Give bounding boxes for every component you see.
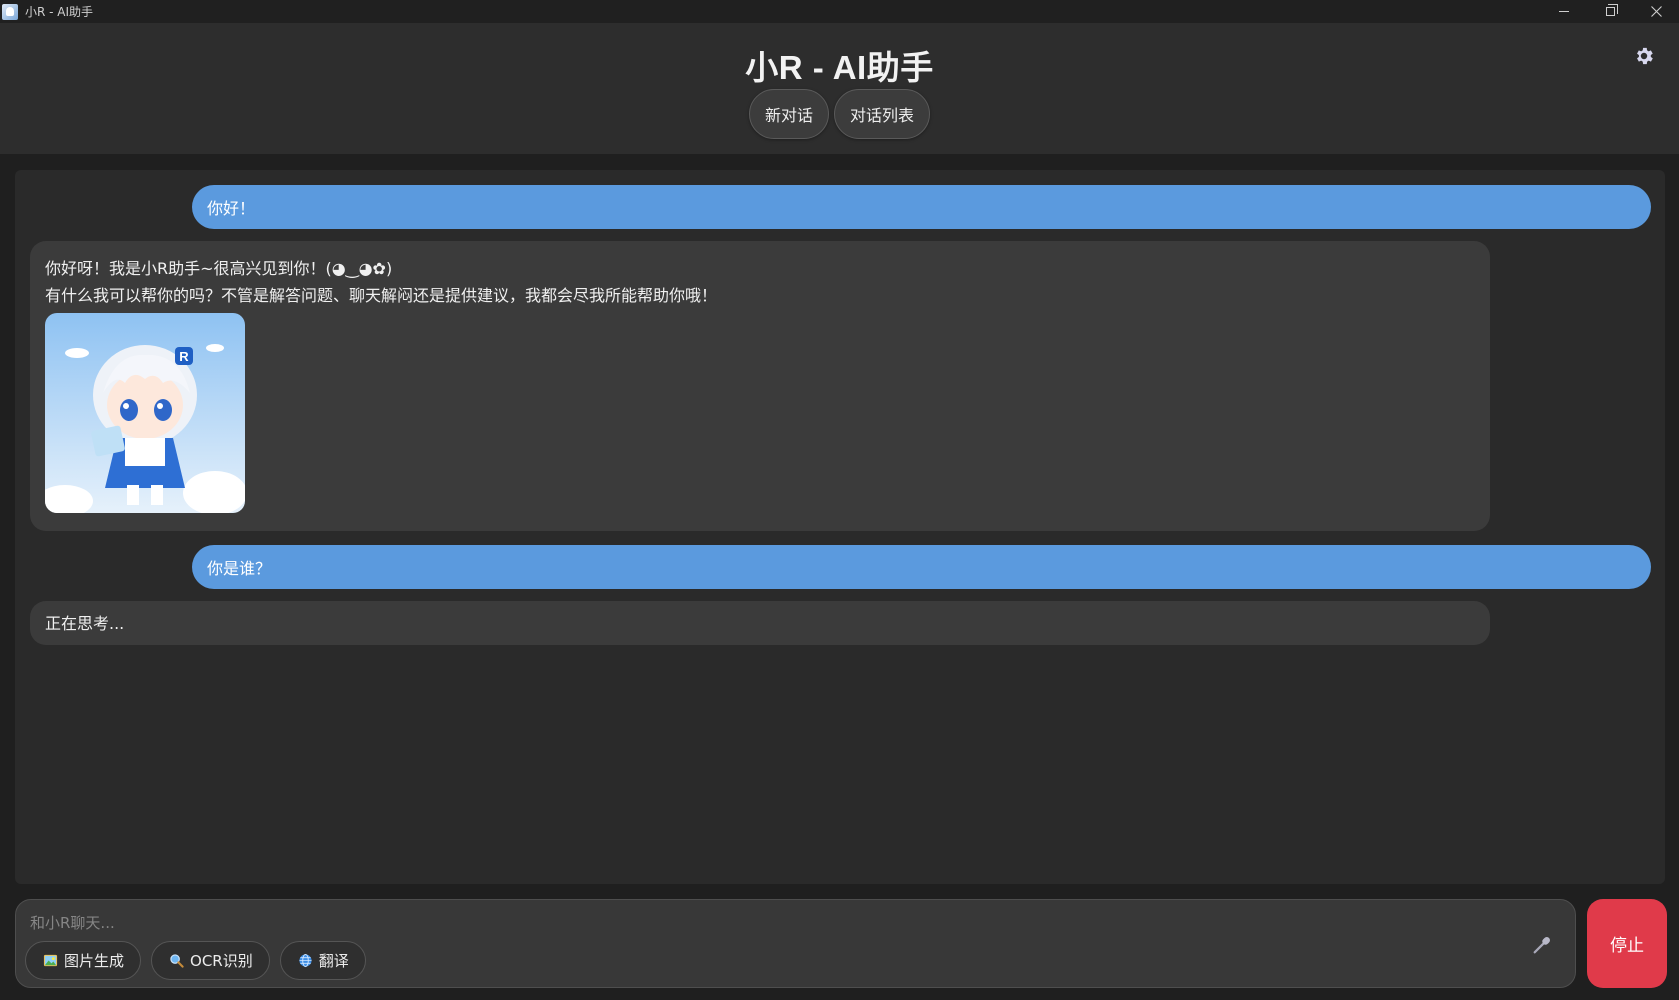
chat-input-container: 图片生成 OCR识别 翻译 <box>15 899 1576 988</box>
image-icon <box>43 954 58 967</box>
user-message-text: 你好！ <box>207 199 256 218</box>
translate-button[interactable]: 翻译 <box>279 941 366 980</box>
close-button[interactable] <box>1633 0 1679 23</box>
globe-icon <box>299 953 312 968</box>
user-message: 你好！ <box>192 185 1651 229</box>
image-generate-button[interactable]: 图片生成 <box>25 941 142 980</box>
magnifier-icon <box>170 954 184 968</box>
restore-button[interactable] <box>1587 0 1633 23</box>
header-nav: 新对话 对话列表 <box>0 89 1679 139</box>
window-titlebar: 小R - AI助手 <box>0 0 1679 23</box>
chat-list-button[interactable]: 对话列表 <box>834 89 931 139</box>
stop-button[interactable]: 停止 <box>1587 899 1667 988</box>
microphone-icon[interactable] <box>1531 934 1553 956</box>
tool-label: OCR识别 <box>190 952 253 970</box>
window-controls <box>1541 0 1679 23</box>
user-message-text: 你是谁？ <box>207 559 272 578</box>
app-title: 小R - AI助手 <box>745 49 934 86</box>
chat-input[interactable] <box>30 910 1490 936</box>
app-icon <box>2 3 18 20</box>
gear-icon[interactable] <box>1633 45 1655 67</box>
restore-icon <box>1605 4 1618 16</box>
assistant-message-line: 你好呀！我是小R助手~很高兴见到你！(◕‿◕✿) <box>45 259 393 278</box>
assistant-message: 你好呀！我是小R助手~很高兴见到你！(◕‿◕✿) 有什么我可以帮你的吗？不管是解… <box>30 241 1490 531</box>
new-chat-button[interactable]: 新对话 <box>748 89 829 139</box>
assistant-message-line: 有什么我可以帮你的吗？不管是解答问题、聊天解闷还是提供建议，我都会尽我所能帮助你… <box>45 286 718 305</box>
assistant-thinking-message: 正在思考... <box>30 601 1490 645</box>
assistant-avatar-image[interactable]: R <box>45 313 245 513</box>
minimize-icon <box>1559 11 1569 12</box>
tool-label: 图片生成 <box>64 952 125 970</box>
tool-label: 翻译 <box>318 952 349 970</box>
thinking-text: 正在思考... <box>45 614 125 633</box>
user-message: 你是谁？ <box>192 545 1651 589</box>
app-header: 小R - AI助手 新对话 对话列表 <box>0 23 1679 154</box>
minimize-button[interactable] <box>1541 0 1587 23</box>
close-icon <box>1650 6 1662 17</box>
avatar-badge: R <box>179 349 189 364</box>
chat-panel: 你好！ 你好呀！我是小R助手~很高兴见到你！(◕‿◕✿) 有什么我可以帮你的吗？… <box>15 170 1665 884</box>
tool-bar: 图片生成 OCR识别 翻译 <box>25 941 366 980</box>
ocr-button[interactable]: OCR识别 <box>151 941 270 980</box>
window-title: 小R - AI助手 <box>25 5 94 19</box>
